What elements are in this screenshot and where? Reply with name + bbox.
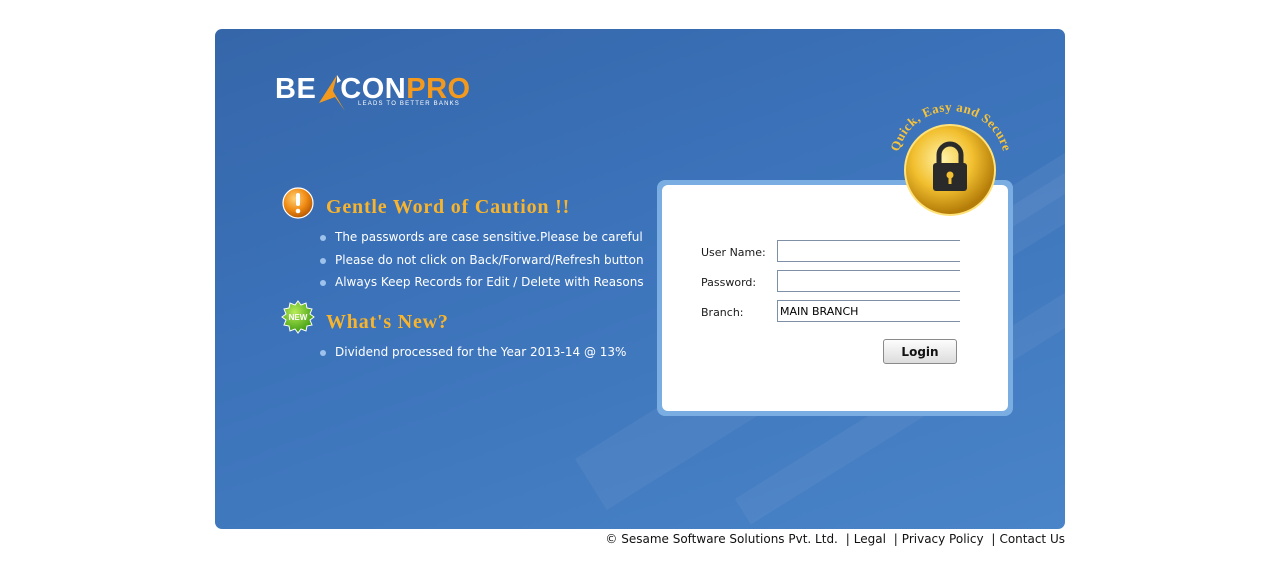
new-badge-text: NEW [289, 313, 308, 322]
copyright-text: © Sesame Software Solutions Pvt. Ltd. [605, 532, 838, 546]
caution-list: The passwords are case sensitive.Please … [319, 229, 644, 297]
bullet-icon [320, 235, 326, 241]
footer-separator: | [893, 532, 898, 546]
footer: © Sesame Software Solutions Pvt. Ltd. | L… [605, 532, 1065, 546]
branch-label: Branch: [701, 306, 744, 319]
contact-us-link[interactable]: Contact Us [999, 532, 1065, 546]
bullet-icon [320, 280, 326, 286]
username-label: User Name: [701, 246, 766, 259]
new-badge-icon: NEW [281, 300, 315, 334]
logo-tagline: LEADS TO BETTER BANKS [358, 101, 461, 107]
list-item: Always Keep Records for Edit / Delete wi… [319, 274, 644, 297]
beaconpro-logo: BE CONPRO LEADS TO BETTER BANKS [275, 73, 485, 121]
whats-new-list: Dividend processed for the Year 2013-14 … [319, 344, 626, 367]
logo-part-be: BE [275, 73, 317, 105]
footer-separator: | [845, 532, 850, 546]
main-panel: BE CONPRO LEADS TO BETTER BANKS Gentle Wo… [215, 29, 1065, 529]
privacy-policy-link[interactable]: Privacy Policy [902, 532, 984, 546]
list-item: Please do not click on Back/Forward/Refr… [319, 252, 644, 275]
legal-link[interactable]: Legal [854, 532, 886, 546]
login-form: User Name: Password: Branch: Login [662, 185, 1008, 411]
list-item: Dividend processed for the Year 2013-14 … [319, 344, 626, 367]
bullet-icon [320, 350, 326, 356]
list-item: The passwords are case sensitive.Please … [319, 229, 644, 252]
branch-input[interactable] [777, 300, 960, 322]
exclamation-icon [282, 187, 314, 219]
secure-seal: Quick, Easy and Secure [887, 105, 1014, 216]
footer-separator: | [991, 532, 996, 546]
password-input[interactable] [777, 270, 960, 292]
login-button[interactable]: Login [883, 339, 957, 364]
whats-new-title: What's New? [326, 311, 449, 333]
beacon-swoosh-icon [319, 75, 345, 111]
password-label: Password: [701, 276, 757, 289]
bullet-icon [320, 257, 326, 264]
caution-title: Gentle Word of Caution !! [326, 196, 571, 218]
username-input[interactable] [777, 240, 960, 262]
